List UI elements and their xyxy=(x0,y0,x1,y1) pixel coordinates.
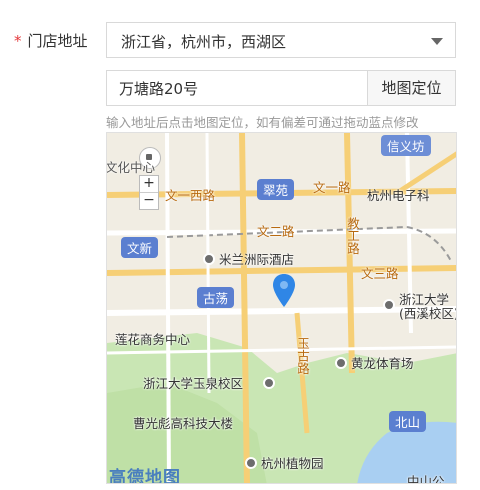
map-label-wenyi-west: 文一西路 xyxy=(165,188,216,203)
region-select[interactable]: 浙江省，杭州市，西湖区 xyxy=(106,22,456,58)
amap-logo: 高德地图 xyxy=(109,468,181,484)
map-label-milan-hotel: 米兰洲际酒店 xyxy=(219,252,295,267)
zoom-out-button[interactable]: − xyxy=(140,193,158,209)
map-label-wener: 文二路 xyxy=(257,224,295,239)
map-label-yuquan-road: 玉古路 xyxy=(295,337,310,375)
store-address-label: * 门店地址 xyxy=(14,30,88,51)
hotel-icon xyxy=(203,253,215,265)
school-icon-2 xyxy=(263,377,275,389)
map-label-lianhua: 莲花商务中心 xyxy=(115,332,191,347)
map-view[interactable]: + − 文化中心 信义坊 文一西路 翠苑 文一路 杭州电子科 文新 文二路 教工… xyxy=(106,132,457,484)
chevron-down-icon[interactable] xyxy=(431,38,443,45)
map-label-huanglong: 黄龙体育场 xyxy=(351,356,414,371)
map-label-gudang: 古荡 xyxy=(197,287,235,308)
map-locate-button[interactable]: 地图定位 xyxy=(367,70,456,106)
hint-text: 输入地址后点击地图定位，如有偏差可通过拖动蓝点修改 xyxy=(106,115,419,130)
map-label-wenxin: 文新 xyxy=(121,237,159,258)
zoom-in-button[interactable]: + xyxy=(140,176,158,193)
zoom-control: + − xyxy=(139,175,159,210)
map-label-wenyi-center: 文化中心 xyxy=(106,160,156,175)
map-label-zju-xixi: 浙江大学(西溪校区) xyxy=(399,292,457,321)
address-input[interactable] xyxy=(106,70,368,106)
required-mark: * xyxy=(14,32,22,50)
location-pin-icon[interactable] xyxy=(273,273,295,309)
stadium-icon xyxy=(335,357,347,369)
map-label-beishan: 北山 xyxy=(389,411,427,432)
map-label-zju-yuquan: 浙江大学玉泉校区 xyxy=(143,376,244,391)
map-label-wenyi: 文一路 xyxy=(313,180,351,195)
garden-icon xyxy=(245,457,257,469)
map-label-zhongshan: 中山公 xyxy=(407,474,445,484)
map-label-hangzhou-electronic: 杭州电子科 xyxy=(367,188,430,203)
map-label-cuiyuan: 翠苑 xyxy=(257,179,295,200)
map-label-jiaogong: 教工路 xyxy=(345,217,360,255)
school-icon xyxy=(383,299,395,311)
map-label-botanical: 杭州植物园 xyxy=(261,456,324,471)
map-label-xinyifang: 信义坊 xyxy=(381,135,431,156)
region-select-value: 浙江省，杭州市，西湖区 xyxy=(121,33,287,51)
store-address-label-text: 门店地址 xyxy=(27,32,88,50)
map-label-caoguangbiao: 曹光彪高科技大楼 xyxy=(133,416,234,431)
map-label-wensan: 文三路 xyxy=(361,266,399,281)
